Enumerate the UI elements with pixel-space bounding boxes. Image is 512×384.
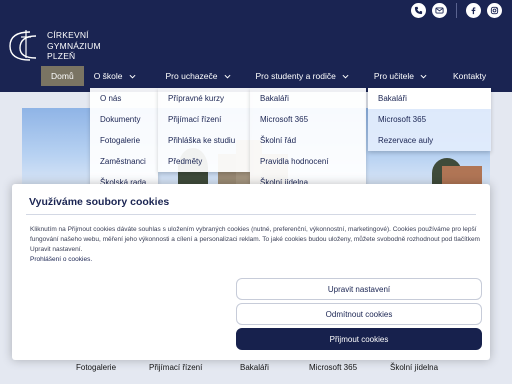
dropdown-item[interactable]: Microsoft 365 — [368, 109, 491, 130]
quick-link-bakalari[interactable]: Bakaláři — [240, 363, 269, 372]
chevron-down-icon — [224, 74, 230, 79]
nav-pro-uchazece-label: Pro uchazeče — [165, 71, 218, 81]
school-name-line: GYMNÁZIUM — [47, 40, 101, 51]
school-logo-icon — [9, 30, 37, 61]
main-nav: Domů O škole Pro uchazeče Pro studenty a… — [41, 66, 486, 86]
dropdown-item[interactable]: Pravidla hodnocení — [250, 151, 366, 172]
chevron-down-icon — [129, 74, 136, 79]
quick-link-fotogalerie[interactable]: Fotogalerie — [76, 363, 116, 372]
mail-icon[interactable] — [432, 3, 447, 18]
school-name: CÍRKEVNÍ GYMNÁZIUM PLZEŇ — [47, 30, 101, 62]
cookie-text: Kliknutím na Přijmout cookies dáváte sou… — [30, 226, 480, 254]
nav-home-label: Domů — [51, 71, 74, 81]
chevron-down-icon — [420, 74, 427, 79]
quick-link-prijimaci-rizeni[interactable]: Přijímací řízení — [149, 363, 202, 372]
dropdown-pro-ucitele: Bakaláři Microsoft 365 Rezervace auly — [368, 88, 491, 151]
dropdown-item[interactable]: Předměty — [158, 151, 250, 172]
dropdown-pro-uchazece: Přípravné kurzy Přijímací řízení Přihláš… — [158, 88, 250, 172]
chevron-down-icon — [342, 74, 349, 79]
cookie-settings-button[interactable]: Upravit nastavení — [236, 278, 482, 300]
cookie-accept-button[interactable]: Přijmout cookies — [236, 328, 482, 350]
quick-link-skolni-jidelna[interactable]: Školní jídelna — [390, 363, 438, 372]
nav-pro-uchazece[interactable]: Pro uchazeče — [166, 66, 231, 86]
instagram-icon[interactable] — [487, 3, 502, 18]
nav-pro-ucitele-label: Pro učitele — [373, 71, 414, 81]
quick-link-microsoft-365[interactable]: Microsoft 365 — [309, 363, 357, 372]
dropdown-pro-studenty: Bakaláři Microsoft 365 Školní řád Pravid… — [250, 88, 366, 193]
cookie-dialog: Využíváme soubory cookies Kliknutím na P… — [12, 184, 490, 360]
dropdown-item[interactable]: Microsoft 365 — [250, 109, 366, 130]
nav-o-skole[interactable]: O škole — [94, 66, 136, 86]
dropdown-item[interactable]: Přijímací řízení — [158, 109, 250, 130]
dropdown-item[interactable]: Bakaláři — [250, 88, 366, 109]
dropdown-item[interactable]: Přípravné kurzy — [158, 88, 250, 109]
nav-pro-studenty-label: Pro studenty a rodiče — [255, 71, 336, 81]
dropdown-item[interactable]: Zaměstnanci — [90, 151, 158, 172]
cookie-policy-link[interactable]: Prohlášení o cookies. — [30, 256, 92, 263]
dropdown-item[interactable]: Školní řád — [250, 130, 366, 151]
cookie-title: Využíváme soubory cookies — [29, 196, 170, 208]
nav-home[interactable]: Domů — [41, 66, 84, 86]
site-header: CÍRKEVNÍ GYMNÁZIUM PLZEŇ Domů O škole Pr… — [0, 0, 512, 92]
dropdown-o-skole: O nás Dokumenty Fotogalerie Zaměstnanci … — [90, 88, 158, 193]
phone-icon[interactable] — [411, 3, 426, 18]
social-bar — [411, 3, 502, 18]
social-divider — [456, 3, 457, 18]
cookie-reject-button[interactable]: Odmítnout cookies — [236, 303, 482, 325]
dropdown-item[interactable]: Dokumenty — [90, 109, 158, 130]
dropdown-item[interactable]: Bakaláři — [368, 88, 491, 109]
nav-pro-ucitele[interactable]: Pro učitele — [374, 66, 427, 86]
school-logo[interactable]: CÍRKEVNÍ GYMNÁZIUM PLZEŇ — [6, 28, 101, 64]
facebook-icon[interactable] — [466, 3, 481, 18]
dropdown-item[interactable]: Rezervace auly — [368, 130, 491, 151]
nav-pro-studenty[interactable]: Pro studenty a rodiče — [256, 66, 349, 86]
cookie-divider — [26, 214, 476, 215]
dropdown-item[interactable]: Fotogalerie — [90, 130, 158, 151]
nav-kontakty-label: Kontakty — [453, 71, 487, 81]
dropdown-item[interactable]: Přihláška ke studiu — [158, 130, 250, 151]
nav-o-skole-label: O škole — [93, 71, 123, 81]
school-name-line: CÍRKEVNÍ — [47, 30, 89, 40]
dropdown-item[interactable]: O nás — [90, 88, 158, 109]
school-name-line: PLZEŇ — [47, 51, 76, 61]
nav-kontakty[interactable]: Kontakty — [453, 66, 486, 86]
